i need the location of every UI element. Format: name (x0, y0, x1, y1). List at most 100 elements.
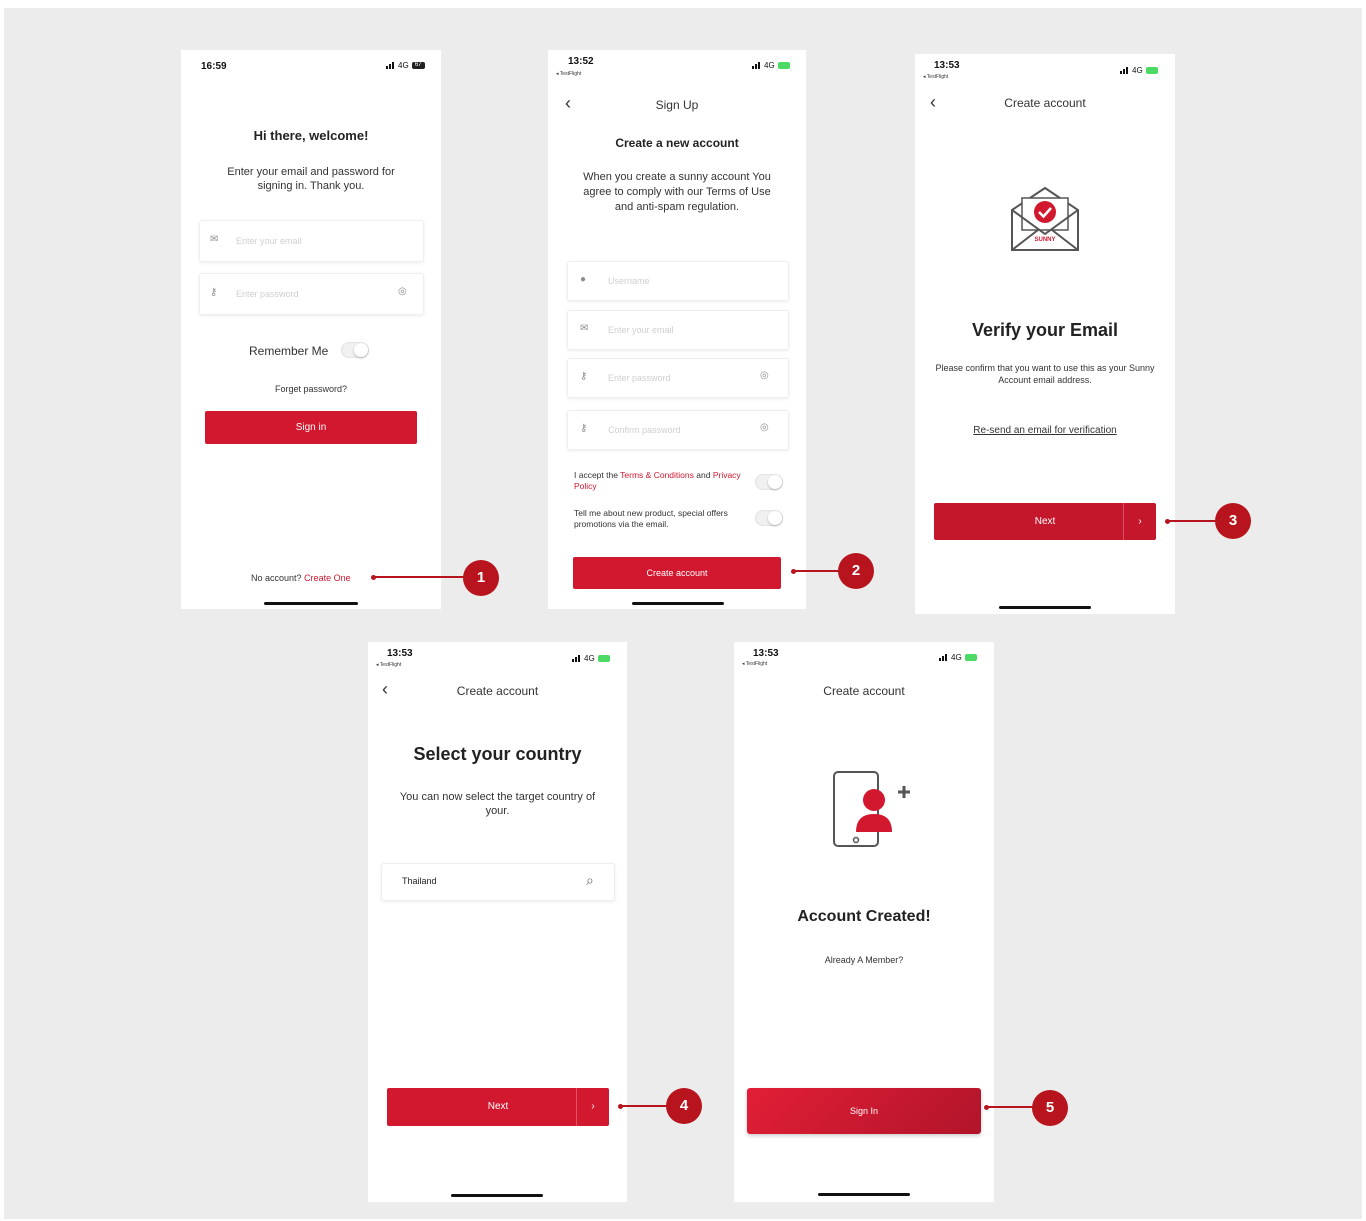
network-label: 4G (1132, 66, 1143, 75)
promo-toggle[interactable] (755, 510, 783, 526)
eye-off-icon[interactable]: ◎ (760, 370, 769, 381)
signal-icon (572, 655, 581, 662)
password-field[interactable]: ⚷ Enter password ◎ (567, 358, 789, 398)
password-placeholder: Enter password (236, 289, 299, 299)
sign-in-button[interactable]: Sign in (205, 411, 417, 444)
signal-icon (1120, 67, 1129, 74)
password-field[interactable]: ⚷ Enter password ◎ (199, 273, 424, 315)
country-search-input[interactable]: Thailand ⌕ (381, 863, 615, 901)
phone-add-user-icon (832, 770, 912, 848)
envelope-check-icon: SUNNY (1008, 184, 1082, 254)
forgot-password-link[interactable]: Forget password? (181, 384, 441, 394)
status-indicators: 4G 67 (386, 61, 425, 70)
status-indicators: 4G (939, 653, 977, 662)
user-icon: ● (580, 274, 587, 285)
password-placeholder: Enter password (608, 373, 671, 383)
remember-label: Remember Me (249, 344, 329, 358)
country-value: Thailand (402, 876, 437, 886)
status-time: 13:53 (387, 648, 413, 659)
page-title: Create a new account (615, 136, 739, 150)
email-field[interactable]: ✉ Enter your email (199, 220, 424, 262)
already-member-link[interactable]: Already A Member? (734, 955, 994, 965)
page-subtitle: When you create a sunny account You agre… (583, 171, 771, 213)
step-badge-4: 4 (666, 1088, 702, 1124)
promo-text: Tell me about new product, special offer… (574, 508, 728, 529)
screen-sign-up: 13:52 ◂ TestFlight 4G ‹ Sign Up Create a… (548, 50, 806, 609)
key-icon: ⚷ (580, 371, 588, 382)
email-placeholder: Enter your email (236, 236, 302, 246)
nav-title: Sign Up (655, 98, 699, 112)
terms-text: I accept the Terms & Conditions and Priv… (574, 470, 746, 492)
home-indicator (632, 602, 724, 605)
page-title: Select your country (413, 744, 582, 764)
testflight-back[interactable]: ◂ TestFlight (556, 71, 581, 77)
callout-line (373, 576, 465, 578)
battery-icon (597, 655, 610, 662)
email-placeholder: Enter your email (608, 325, 674, 335)
home-indicator (999, 606, 1091, 609)
screen-sign-in: 16:59 4G 67 Hi there, welcome! Enter you… (181, 50, 441, 609)
terms-link[interactable]: Terms & Conditions (620, 470, 694, 480)
username-field[interactable]: ● Username (567, 261, 789, 301)
status-indicators: 4G (752, 61, 790, 70)
confirm-placeholder: Confirm password (608, 425, 681, 435)
callout-line (620, 1105, 668, 1107)
status-time: 13:52 (568, 56, 594, 67)
mail-icon: ✉ (210, 234, 219, 245)
page-subtitle: Enter your email and password for signin… (227, 166, 395, 192)
mail-icon: ✉ (580, 323, 589, 334)
battery-icon (964, 654, 977, 661)
signal-icon (386, 62, 395, 69)
key-icon: ⚷ (580, 423, 588, 434)
email-field[interactable]: ✉ Enter your email (567, 310, 789, 350)
resend-email-link[interactable]: Re-send an email for verification (915, 425, 1175, 436)
page-title: Hi there, welcome! (253, 128, 369, 143)
envelope-brand-label: SUNNY (1030, 237, 1060, 243)
testflight-back[interactable]: ◂ TestFlight (923, 74, 948, 80)
nav-title: Create account (823, 684, 905, 698)
status-indicators: 4G (572, 654, 610, 663)
eye-off-icon[interactable]: ◎ (760, 422, 769, 433)
page-subtitle: You can now select the target country of… (399, 791, 596, 817)
no-account-label: No account? (251, 573, 302, 583)
page-title: Account Created! (797, 908, 931, 925)
battery-icon (1145, 67, 1158, 74)
chevron-right-icon: › (576, 1088, 609, 1126)
status-time: 13:53 (753, 648, 779, 659)
step-badge-2: 2 (838, 553, 874, 589)
status-time: 13:53 (934, 60, 960, 71)
create-one-link[interactable]: Create One (304, 573, 351, 583)
network-label: 4G (584, 654, 595, 663)
terms-toggle[interactable] (755, 474, 783, 490)
create-account-button[interactable]: Create account (573, 557, 781, 589)
testflight-back[interactable]: ◂ TestFlight (742, 661, 767, 667)
username-placeholder: Username (608, 276, 650, 286)
signal-icon (752, 62, 761, 69)
network-label: 4G (951, 653, 962, 662)
confirm-password-field[interactable]: ⚷ Confirm password ◎ (567, 410, 789, 450)
callout-line (986, 1106, 1036, 1108)
home-indicator (264, 602, 358, 605)
search-icon[interactable]: ⌕ (586, 872, 594, 889)
home-indicator (451, 1194, 543, 1197)
no-account-row: No account? Create One (251, 573, 351, 583)
nav-title: Create account (456, 684, 539, 698)
key-icon: ⚷ (210, 287, 218, 298)
screen-account-created: 13:53 ◂ TestFlight 4G Create account Acc… (734, 642, 994, 1202)
home-indicator (818, 1193, 910, 1196)
next-button[interactable]: Next › (934, 503, 1156, 540)
step-badge-3: 3 (1215, 503, 1251, 539)
remember-toggle[interactable] (341, 342, 369, 358)
next-label: Next (487, 1101, 509, 1112)
step-badge-5: 5 (1032, 1090, 1068, 1126)
eye-off-icon[interactable]: ◎ (398, 286, 407, 297)
testflight-back[interactable]: ◂ TestFlight (376, 662, 401, 668)
next-button[interactable]: Next › (387, 1088, 609, 1126)
nav-title: Create account (1004, 96, 1086, 110)
chevron-right-icon: › (1123, 503, 1156, 540)
page-subtitle: Please confirm that you want to use this… (935, 363, 1155, 385)
next-label: Next (1034, 516, 1056, 527)
callout-line (1167, 520, 1217, 522)
sign-in-button[interactable]: Sign In (747, 1088, 981, 1134)
screen-verify-email: 13:53 ◂ TestFlight 4G ‹ Create account S… (915, 54, 1175, 614)
